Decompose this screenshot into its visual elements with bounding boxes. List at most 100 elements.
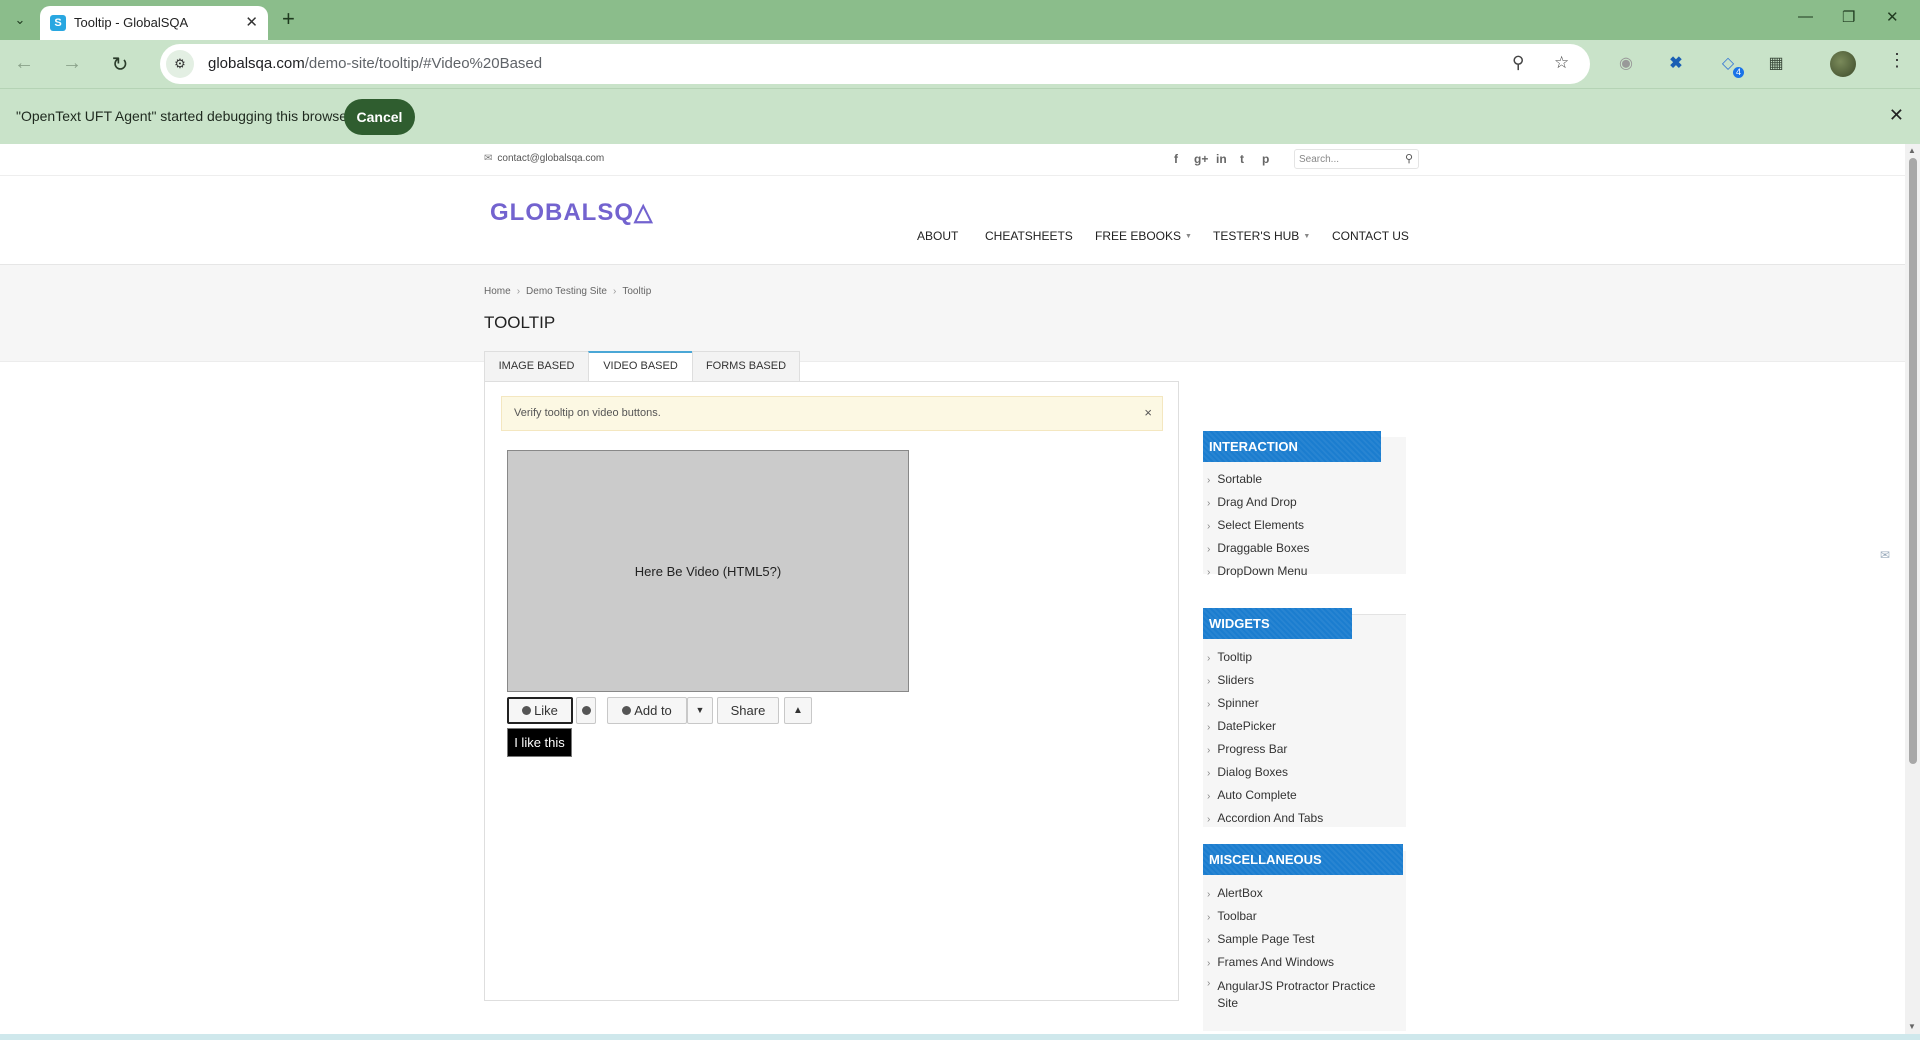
tab-forms-based[interactable]: FORMS BASED — [692, 351, 800, 382]
scroll-up-icon[interactable]: ▲ — [1908, 146, 1916, 155]
sidebar-heading-widgets: WIDGETS — [1203, 608, 1352, 639]
sidebar-item-drag-and-drop[interactable]: › Drag And Drop — [1207, 495, 1297, 509]
chevron-down-icon: ▼ — [1303, 233, 1311, 241]
scrollbar-thumb[interactable] — [1909, 158, 1917, 764]
site-topbar: ✉ contact@globalsqa.com f g+ in t p Searc… — [0, 144, 1905, 176]
twitter-icon[interactable]: t — [1240, 152, 1244, 166]
add-to-dropdown-button[interactable]: ▼ — [687, 697, 713, 724]
sidebar-item-dialog-boxes[interactable]: › Dialog Boxes — [1207, 765, 1288, 779]
search-input[interactable]: Search... — [1299, 154, 1339, 165]
nav-free-ebooks[interactable]: FREE EBOOKS ▼ — [1095, 229, 1192, 243]
restore-icon[interactable]: ❐ — [1842, 8, 1855, 26]
nav-cheatsheets[interactable]: CHEATSHEETS — [985, 229, 1073, 243]
profile-avatar[interactable] — [1830, 51, 1856, 77]
tab-search-icon[interactable]: ⌄ — [8, 8, 32, 32]
new-tab-icon[interactable]: + — [282, 7, 295, 31]
site-search[interactable]: Search... ⚲ — [1294, 149, 1419, 169]
url-text[interactable]: globalsqa.com/demo-site/tooltip/#Video%2… — [208, 55, 542, 72]
video-placeholder: Here Be Video (HTML5?) — [507, 450, 909, 692]
window-close-icon[interactable]: ✕ — [1886, 8, 1899, 26]
site-header: GLOBALSQ△ ABOUT CHEATSHEETS FREE EBOOKS ▼… — [0, 176, 1905, 265]
camera-icon[interactable]: ◉ — [1614, 52, 1638, 76]
sidebar-item-sliders[interactable]: › Sliders — [1207, 673, 1254, 687]
sidebar-item-auto-complete[interactable]: › Auto Complete — [1207, 788, 1297, 802]
alert-text: Verify tooltip on video buttons. — [514, 407, 661, 419]
nav-testers-hub[interactable]: TESTER'S HUB ▼ — [1213, 229, 1310, 243]
sidebar-item-progress-bar[interactable]: › Progress Bar — [1207, 742, 1287, 756]
linkedin-icon[interactable]: in — [1216, 152, 1227, 166]
browser-toolbar: ← → ↻ ⚙ globalsqa.com/demo-site/tooltip/… — [0, 40, 1920, 88]
infobar-close-icon[interactable]: ✕ — [1889, 105, 1904, 126]
sidebar-item-dropdown-menu[interactable]: › DropDown Menu — [1207, 564, 1307, 578]
breadcrumb-demo-site[interactable]: Demo Testing Site — [526, 286, 607, 297]
forward-icon[interactable]: → — [60, 52, 84, 75]
circle-icon — [581, 706, 591, 715]
mail-float-icon[interactable]: ✉ — [1880, 548, 1890, 562]
contact-email[interactable]: ✉ contact@globalsqa.com — [484, 153, 604, 164]
video-placeholder-text: Here Be Video (HTML5?) — [634, 564, 782, 579]
sidebar-item-draggable-boxes[interactable]: › Draggable Boxes — [1207, 541, 1309, 555]
chevron-down-icon: ▼ — [695, 705, 705, 715]
sidebar-item-alertbox[interactable]: › AlertBox — [1207, 886, 1263, 900]
sidebar-item-sample-page-test[interactable]: › Sample Page Test — [1207, 932, 1315, 946]
reload-icon[interactable]: ↻ — [108, 52, 132, 77]
bottom-strip — [0, 1034, 1920, 1040]
sidebar-heading-interaction: INTERACTION — [1203, 431, 1381, 462]
menu-kebab-icon[interactable]: ⋮ — [1888, 50, 1906, 71]
breadcrumb-current: Tooltip — [622, 286, 652, 297]
scroll-down-icon[interactable]: ▼ — [1908, 1022, 1916, 1031]
page-title: TOOLTIP — [484, 313, 556, 332]
extension-badge: 4 — [1732, 67, 1744, 78]
zoom-icon[interactable]: ⚲ — [1512, 53, 1524, 73]
warning-icon: ▲ — [793, 705, 803, 716]
minimize-icon[interactable]: — — [1798, 8, 1813, 25]
tab-close-icon[interactable]: ✕ — [245, 13, 258, 31]
site-logo[interactable]: GLOBALSQ△ — [490, 198, 653, 227]
search-icon[interactable]: ⚲ — [1405, 152, 1413, 165]
bookmark-star-icon[interactable]: ☆ — [1554, 53, 1569, 73]
sidebar-heading-miscellaneous: MISCELLANEOUS — [1203, 844, 1403, 875]
browser-tabstrip: ⌄ S Tooltip - GlobalSQA ✕ + — ❐ ✕ — [0, 0, 1920, 40]
debug-infobar: "OpenText UFT Agent" started debugging t… — [0, 88, 1920, 144]
alert-close-icon[interactable]: × — [1144, 405, 1152, 420]
cancel-button[interactable]: Cancel — [344, 99, 415, 135]
extension-badge-icon[interactable]: ◇ 4 — [1716, 52, 1744, 78]
extension-x-icon[interactable]: ✖ — [1664, 52, 1688, 76]
sidebar-item-toolbar[interactable]: › Toolbar — [1207, 909, 1257, 923]
add-to-button[interactable]: Add to — [607, 697, 687, 724]
tab-panel: Verify tooltip on video buttons. × Here … — [484, 381, 1179, 1001]
back-icon[interactable]: ← — [12, 52, 36, 75]
sidebar-item-angularjs-protractor[interactable]: › AngularJS Protractor Practice Site — [1207, 978, 1392, 1012]
like-menu-button[interactable] — [576, 697, 596, 724]
favicon: S — [50, 15, 66, 31]
breadcrumb-home[interactable]: Home — [484, 286, 511, 297]
sidebar-item-tooltip[interactable]: › Tooltip — [1207, 650, 1252, 664]
mail-icon: ✉ — [484, 153, 493, 164]
tab-image-based[interactable]: IMAGE BASED — [484, 351, 589, 382]
tab-video-based[interactable]: VIDEO BASED — [588, 351, 693, 382]
infobar-message: "OpenText UFT Agent" started debugging t… — [16, 108, 352, 124]
sidebar-item-frames-and-windows[interactable]: › Frames And Windows — [1207, 955, 1334, 969]
share-button[interactable]: Share — [717, 697, 779, 724]
page-scrollbar[interactable]: ▲ ▼ — [1905, 144, 1920, 1034]
sidebar-item-accordion-and-tabs[interactable]: › Accordion And Tabs — [1207, 811, 1323, 825]
like-tooltip: I like this — [507, 728, 572, 757]
google-plus-icon[interactable]: g+ — [1194, 152, 1208, 166]
sidebar-item-datepicker[interactable]: › DatePicker — [1207, 719, 1276, 733]
like-button[interactable]: Like — [507, 697, 573, 724]
nav-contact-us[interactable]: CONTACT US — [1332, 229, 1409, 243]
circle-icon — [522, 706, 532, 715]
sidebar-item-select-elements[interactable]: › Select Elements — [1207, 518, 1304, 532]
site-info-icon[interactable]: ⚙ — [166, 50, 194, 78]
nav-about[interactable]: ABOUT — [917, 229, 958, 243]
sidebar-item-spinner[interactable]: › Spinner — [1207, 696, 1259, 710]
facebook-icon[interactable]: f — [1174, 152, 1178, 166]
browser-tab[interactable]: S Tooltip - GlobalSQA ✕ — [40, 6, 268, 40]
flag-button[interactable]: ▲ — [784, 697, 812, 724]
extension-puzzle-icon[interactable]: ▦ — [1764, 52, 1788, 76]
title-band: Home › Demo Testing Site › Tooltip TOOLTIP — [0, 265, 1905, 362]
breadcrumb: Home › Demo Testing Site › Tooltip — [484, 286, 652, 297]
sidebar-item-sortable[interactable]: › Sortable — [1207, 472, 1262, 486]
address-bar[interactable]: ⚙ globalsqa.com/demo-site/tooltip/#Video… — [160, 44, 1590, 84]
pinterest-icon[interactable]: p — [1262, 152, 1269, 166]
